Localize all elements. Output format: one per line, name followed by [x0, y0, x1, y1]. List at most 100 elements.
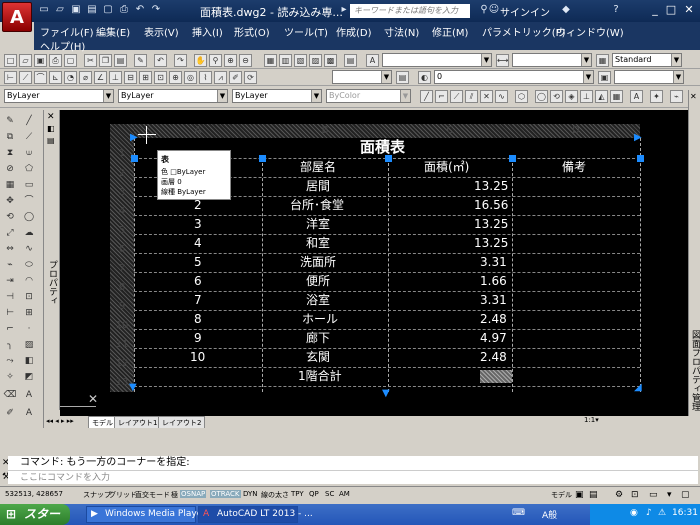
scale-icon[interactable]: ⤢: [3, 226, 17, 240]
preview-icon[interactable]: ▢: [64, 54, 77, 67]
row-header-5[interactable]: 5: [110, 225, 134, 236]
toggle-osnap[interactable]: OSNAP: [180, 490, 207, 498]
line-icon[interactable]: ╱: [420, 90, 433, 103]
table-cell-room[interactable]: 洗面所: [300, 253, 336, 272]
ellipse-tool-icon[interactable]: ⬭: [22, 258, 36, 272]
layer-combo[interactable]: 0 ▼: [434, 70, 594, 84]
multileader-style-combo[interactable]: ▼: [614, 70, 684, 84]
match-properties-icon[interactable]: ✎: [134, 54, 147, 67]
toggle-am[interactable]: AM: [338, 490, 351, 498]
jogged-icon[interactable]: ⌇: [199, 71, 212, 84]
open-file-icon[interactable]: ▱: [54, 4, 66, 16]
hatch-icon[interactable]: ◈: [565, 90, 578, 103]
toggle-lineweight[interactable]: 線の太さ: [260, 490, 290, 500]
security-icon[interactable]: ⚠: [658, 508, 666, 518]
cut-icon[interactable]: ✂: [84, 54, 97, 67]
table-cell-room[interactable]: 居間: [306, 177, 330, 196]
drawing-canvas[interactable]: A B C D 1 2 3 4 5 6 7 8 9 10 11 12 13 面積…: [60, 110, 688, 416]
maximize-button[interactable]: □: [664, 3, 678, 17]
table-grip-arrow-icon[interactable]: ▶: [634, 132, 642, 143]
menu-insert[interactable]: 挿入(I): [192, 24, 223, 39]
copy-tool-icon[interactable]: ⧉: [3, 130, 17, 144]
table-grip-arrow-icon[interactable]: ▼: [129, 382, 137, 393]
close-button[interactable]: ✕: [682, 3, 696, 17]
spline-tool-icon[interactable]: ∿: [22, 242, 36, 256]
help-icon[interactable]: ?: [610, 4, 622, 16]
circle-tool-icon[interactable]: ◯: [22, 210, 36, 224]
plotstyle-combo[interactable]: ByColor ▼: [326, 89, 411, 103]
toggle-sc[interactable]: SC: [324, 490, 335, 498]
toggle-tpy[interactable]: TPY: [290, 490, 305, 498]
volume-icon[interactable]: ♪: [646, 508, 652, 518]
save-icon-2[interactable]: ▣: [34, 54, 47, 67]
fullscreen-icon[interactable]: ▢: [680, 490, 691, 500]
center-mark-icon[interactable]: ⊕: [169, 71, 182, 84]
erase-icon[interactable]: ✕: [480, 90, 493, 103]
trim-icon[interactable]: ⌁: [670, 90, 683, 103]
offset-icon[interactable]: ⊘: [3, 162, 17, 176]
toggle-dyn[interactable]: DYN: [242, 490, 259, 498]
menu-dimension[interactable]: 寸法(N): [384, 24, 419, 39]
fillet-icon[interactable]: ╮: [3, 338, 17, 352]
hatch-tool-icon[interactable]: ▨: [22, 338, 36, 352]
annotation-scale[interactable]: 1:1▾: [584, 416, 599, 424]
text-tool-icon[interactable]: A: [22, 388, 36, 402]
inspect-icon[interactable]: ◎: [184, 71, 197, 84]
table-cell-area[interactable]: 13.25: [474, 177, 508, 196]
table-cell-room[interactable]: 洋室: [306, 215, 330, 234]
row-header-8[interactable]: 8: [110, 282, 134, 293]
layer-state-icon[interactable]: ◐: [418, 71, 431, 84]
table-title[interactable]: 面積表: [360, 138, 405, 157]
gradient-tool-icon[interactable]: ◧: [22, 354, 36, 368]
table-grip[interactable]: [259, 155, 266, 162]
move-icon[interactable]: ✥: [3, 194, 17, 208]
row-header-10[interactable]: 10: [110, 320, 134, 331]
table-cell-area[interactable]: 1.66: [480, 272, 507, 291]
polygon-icon[interactable]: ⬡: [515, 90, 528, 103]
keyboard-icon[interactable]: ⌨: [512, 508, 525, 518]
start-button[interactable]: ⊞ スタート: [0, 504, 70, 525]
table-grip-arrow-icon[interactable]: ◢: [634, 382, 642, 393]
panel-close-icon[interactable]: ✕: [47, 112, 55, 122]
plot-preview-icon[interactable]: ▢: [102, 4, 114, 16]
toggle-otrack[interactable]: OTRACK: [210, 490, 241, 498]
dim-update-icon[interactable]: ⟳: [244, 71, 257, 84]
menu-help[interactable]: ヘルプ(H): [40, 38, 85, 53]
new-icon[interactable]: □: [4, 54, 17, 67]
linetype-combo[interactable]: ByLayer ▼: [118, 89, 228, 103]
workspace-icon[interactable]: ⚙: [614, 490, 624, 500]
chamfer-icon[interactable]: ⌐: [3, 322, 17, 336]
polyline-icon[interactable]: ⌐: [435, 90, 448, 103]
table-cell-no[interactable]: 9: [194, 329, 202, 348]
row-header-6[interactable]: 6: [110, 244, 134, 255]
toggle-ortho[interactable]: 直交モード: [134, 490, 171, 500]
column-header-a[interactable]: A: [134, 124, 262, 138]
color-combo[interactable]: ByLayer ▼: [4, 89, 114, 103]
clean-screen-icon[interactable]: ▭: [648, 490, 659, 500]
selected-total-cell[interactable]: [480, 370, 512, 383]
tab-scroll-icon[interactable]: ◂◂ ◂ ▸ ▸▸: [46, 417, 74, 425]
menu-parametric[interactable]: パラメトリック(P): [482, 24, 566, 39]
panel-autohide-icon[interactable]: ◧: [47, 124, 55, 133]
taskbar-item-media-player[interactable]: ▶ Windows Media Player: [86, 506, 206, 523]
rotate-icon[interactable]: ⟲: [550, 90, 563, 103]
lock-icon[interactable]: ⊡: [630, 490, 640, 500]
table-cell-room[interactable]: 浴室: [306, 291, 330, 310]
region-tool-icon[interactable]: ◩: [22, 370, 36, 384]
copy-icon[interactable]: ❐: [99, 54, 112, 67]
table-cell-area[interactable]: 13.25: [474, 234, 508, 253]
table-cell-no[interactable]: 3: [194, 215, 202, 234]
panel-close-icon[interactable]: ✕: [690, 92, 697, 101]
autocad-logo-icon[interactable]: A: [2, 2, 32, 32]
table-cell-room[interactable]: 廊下: [306, 329, 330, 348]
table-grip[interactable]: [385, 155, 392, 162]
table-cell-area[interactable]: 3.31: [480, 253, 507, 272]
table-grip[interactable]: [131, 155, 138, 162]
table-cell-no[interactable]: 7: [194, 291, 202, 310]
table-cell-room[interactable]: ホール: [302, 310, 338, 329]
search-input[interactable]: キーワードまたは語句を入力: [350, 4, 470, 18]
lineweight-combo[interactable]: ByLayer ▼: [232, 89, 322, 103]
mirror-icon[interactable]: ⧗: [3, 146, 17, 160]
multiline-icon[interactable]: ⫽: [465, 90, 478, 103]
table-icon[interactable]: ▦: [610, 90, 623, 103]
